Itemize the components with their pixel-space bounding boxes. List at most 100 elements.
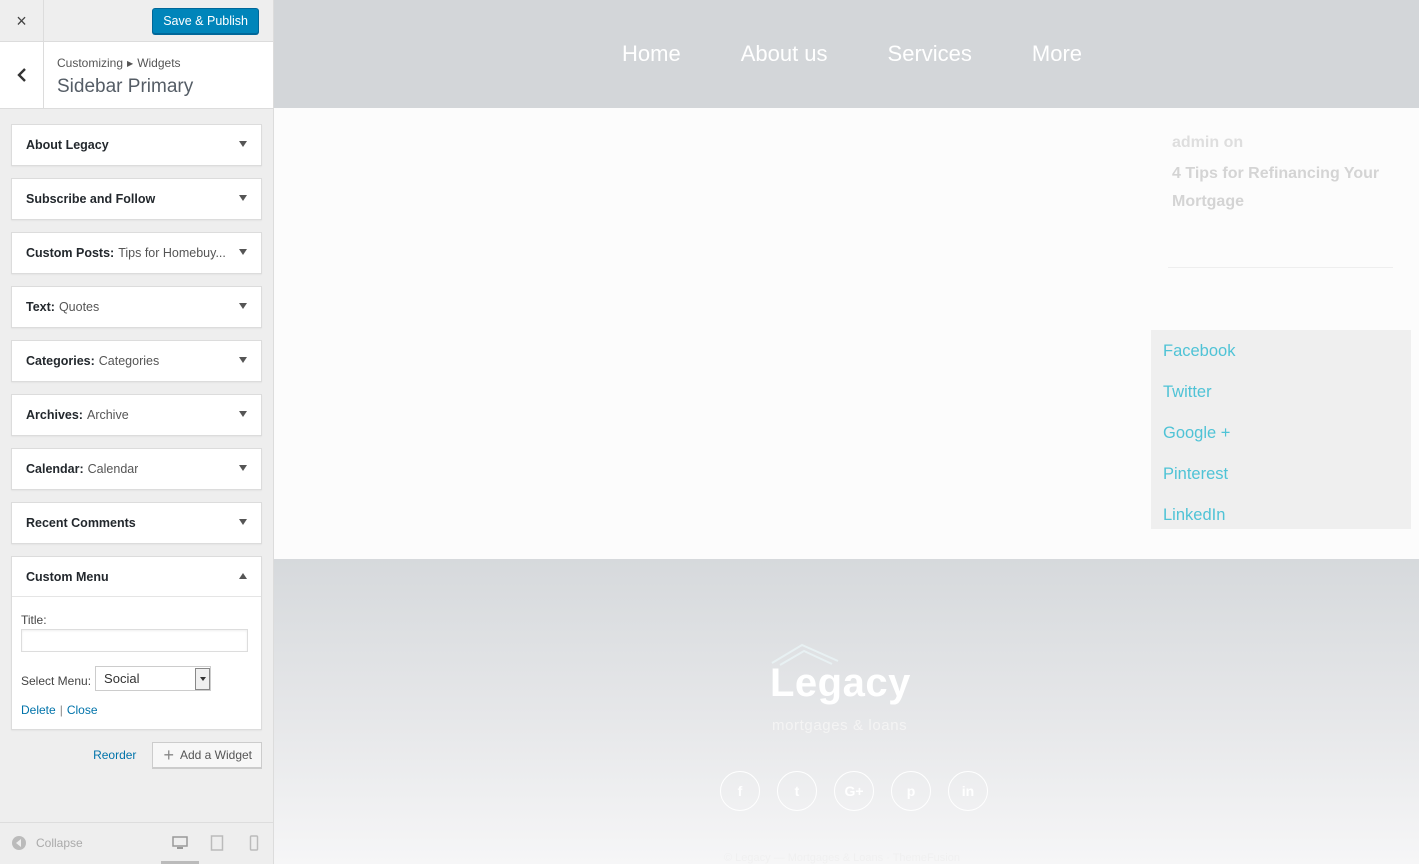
nav-home[interactable]: Home xyxy=(622,41,681,67)
nav-about-us[interactable]: About us xyxy=(741,41,828,67)
widget-name: Archives: xyxy=(26,408,83,422)
desktop-preview-icon[interactable] xyxy=(172,835,188,851)
select-menu-label: Select Menu: xyxy=(21,673,92,688)
widget-header[interactable]: Custom Menu xyxy=(12,557,261,597)
tablet-preview-icon[interactable] xyxy=(210,835,224,851)
widget-control-links: Delete | Close xyxy=(21,703,252,717)
widget-archives[interactable]: Archives: Archive xyxy=(11,394,262,436)
widget-form: Title: Select Menu: Social Delete | Close xyxy=(12,597,261,729)
site-preview: Home About us Services More admin on 4 T… xyxy=(274,0,1419,864)
social-menu: Facebook Twitter Google + Pinterest Link… xyxy=(1151,330,1411,529)
widget-name: Text: xyxy=(26,300,55,314)
expand-arrow-icon[interactable] xyxy=(239,141,247,147)
link-separator: | xyxy=(59,703,63,717)
widget-subtitle: Archive xyxy=(86,408,129,422)
select-menu-value: Social xyxy=(104,671,140,686)
collapse-arrow-icon xyxy=(12,836,26,850)
nav-services[interactable]: Services xyxy=(888,41,972,67)
footer-social-icons: f t G+ p in xyxy=(720,771,1005,811)
twitter-icon[interactable]: t xyxy=(777,771,817,811)
widget-about-legacy[interactable]: About Legacy xyxy=(11,124,262,166)
widget-subtitle: Quotes xyxy=(58,300,100,314)
widget-header[interactable]: Custom Posts: Tips for Homebuy... xyxy=(12,233,261,273)
widget-subtitle: Tips for Homebuy... xyxy=(118,246,226,260)
mobile-preview-icon[interactable] xyxy=(249,835,259,851)
collapse-button[interactable]: Collapse xyxy=(12,836,83,850)
collapse-arrow-icon[interactable] xyxy=(239,573,247,579)
close-icon: × xyxy=(16,10,27,31)
expand-arrow-icon[interactable] xyxy=(239,249,247,255)
main-navigation: Home About us Services More xyxy=(622,41,1142,67)
expand-arrow-icon[interactable] xyxy=(239,195,247,201)
add-widget-button[interactable]: + Add a Widget xyxy=(152,742,262,768)
social-link-facebook[interactable]: Facebook xyxy=(1163,334,1411,375)
comment-post-link[interactable]: 4 Tips for Refinancing Your Mortgage xyxy=(1172,160,1402,216)
add-widget-label: Add a Widget xyxy=(179,748,252,762)
expand-arrow-icon[interactable] xyxy=(239,357,247,363)
customizer-panel: × Save & Publish Customizing ▶ Widgets Sid… xyxy=(0,0,274,864)
widget-name: About Legacy xyxy=(26,138,109,152)
reorder-link[interactable]: Reorder xyxy=(93,748,136,762)
widget-header[interactable]: Text: Quotes xyxy=(12,287,261,327)
widget-name: Recent Comments xyxy=(26,516,136,530)
social-link-linkedin[interactable]: LinkedIn xyxy=(1163,498,1411,539)
widget-text-quotes[interactable]: Text: Quotes xyxy=(11,286,262,328)
chevron-left-icon xyxy=(16,68,26,82)
widget-header[interactable]: About Legacy xyxy=(12,125,261,165)
widget-header[interactable]: Recent Comments xyxy=(12,503,261,543)
widget-custom-menu[interactable]: Custom Menu Title: Select Menu: Social D… xyxy=(11,556,262,730)
collapse-label: Collapse xyxy=(36,836,83,850)
delete-widget-link[interactable]: Delete xyxy=(21,703,56,717)
site-header: Home About us Services More xyxy=(274,0,1419,108)
facebook-icon[interactable]: f xyxy=(720,771,760,811)
customizer-footer: Collapse xyxy=(0,822,273,864)
divider xyxy=(1168,267,1393,268)
google-plus-icon[interactable]: G+ xyxy=(834,771,874,811)
logo-name: Legacy xyxy=(770,661,911,705)
recent-comment: admin on 4 Tips for Refinancing Your Mor… xyxy=(1151,108,1419,216)
expand-arrow-icon[interactable] xyxy=(239,303,247,309)
widget-recent-comments[interactable]: Recent Comments xyxy=(11,502,262,544)
widget-name: Custom Posts: xyxy=(26,246,115,260)
linkedin-icon[interactable]: in xyxy=(948,771,988,811)
widget-subscribe-follow[interactable]: Subscribe and Follow xyxy=(11,178,262,220)
footer-copyright: © Legacy — Mortgages & Loans · ThemeFusi… xyxy=(724,852,960,864)
widget-calendar[interactable]: Calendar: Calendar xyxy=(11,448,262,490)
widget-actions: Reorder + Add a Widget xyxy=(11,742,262,768)
save-publish-button[interactable]: Save & Publish xyxy=(152,8,259,34)
widget-subtitle: Calendar xyxy=(87,462,139,476)
close-customizer-button[interactable]: × xyxy=(0,0,44,42)
social-link-pinterest[interactable]: Pinterest xyxy=(1163,457,1411,498)
widget-list: About Legacy Subscribe and Follow Custom… xyxy=(0,109,273,768)
widget-header[interactable]: Calendar: Calendar xyxy=(12,449,261,489)
section-title: Sidebar Primary xyxy=(57,76,194,97)
select-menu-dropdown[interactable]: Social xyxy=(95,666,212,691)
widget-header[interactable]: Subscribe and Follow xyxy=(12,179,261,219)
preview-sidebar: admin on 4 Tips for Refinancing Your Mor… xyxy=(1151,108,1419,529)
site-footer: Legacy mortgages & loans f t G+ p in © L… xyxy=(274,559,1419,864)
title-input[interactable] xyxy=(21,629,248,652)
select-menu-row: Select Menu: Social xyxy=(21,666,252,691)
close-widget-link[interactable]: Close xyxy=(67,703,98,717)
nav-more[interactable]: More xyxy=(1032,41,1082,67)
widget-categories[interactable]: Categories: Categories xyxy=(11,340,262,382)
title-label: Title: xyxy=(21,613,47,627)
breadcrumb: Customizing ▶ Widgets xyxy=(57,56,181,70)
widget-custom-posts[interactable]: Custom Posts: Tips for Homebuy... xyxy=(11,232,262,274)
expand-arrow-icon[interactable] xyxy=(239,411,247,417)
customizer-header: × Save & Publish xyxy=(0,0,273,42)
dropdown-arrow-icon[interactable] xyxy=(195,668,211,690)
logo-tagline: mortgages & loans xyxy=(772,717,908,734)
expand-arrow-icon[interactable] xyxy=(239,519,247,525)
social-link-google-plus[interactable]: Google + xyxy=(1163,416,1411,457)
expand-arrow-icon[interactable] xyxy=(239,465,247,471)
social-link-twitter[interactable]: Twitter xyxy=(1163,375,1411,416)
widget-name: Subscribe and Follow xyxy=(26,192,156,206)
breadcrumb-separator-icon: ▶ xyxy=(127,59,134,68)
widget-header[interactable]: Archives: Archive xyxy=(12,395,261,435)
section-header: Customizing ▶ Widgets Sidebar Primary xyxy=(0,42,273,109)
widget-header[interactable]: Categories: Categories xyxy=(12,341,261,381)
back-button[interactable] xyxy=(0,42,44,108)
widget-name: Categories: xyxy=(26,354,95,368)
pinterest-icon[interactable]: p xyxy=(891,771,931,811)
